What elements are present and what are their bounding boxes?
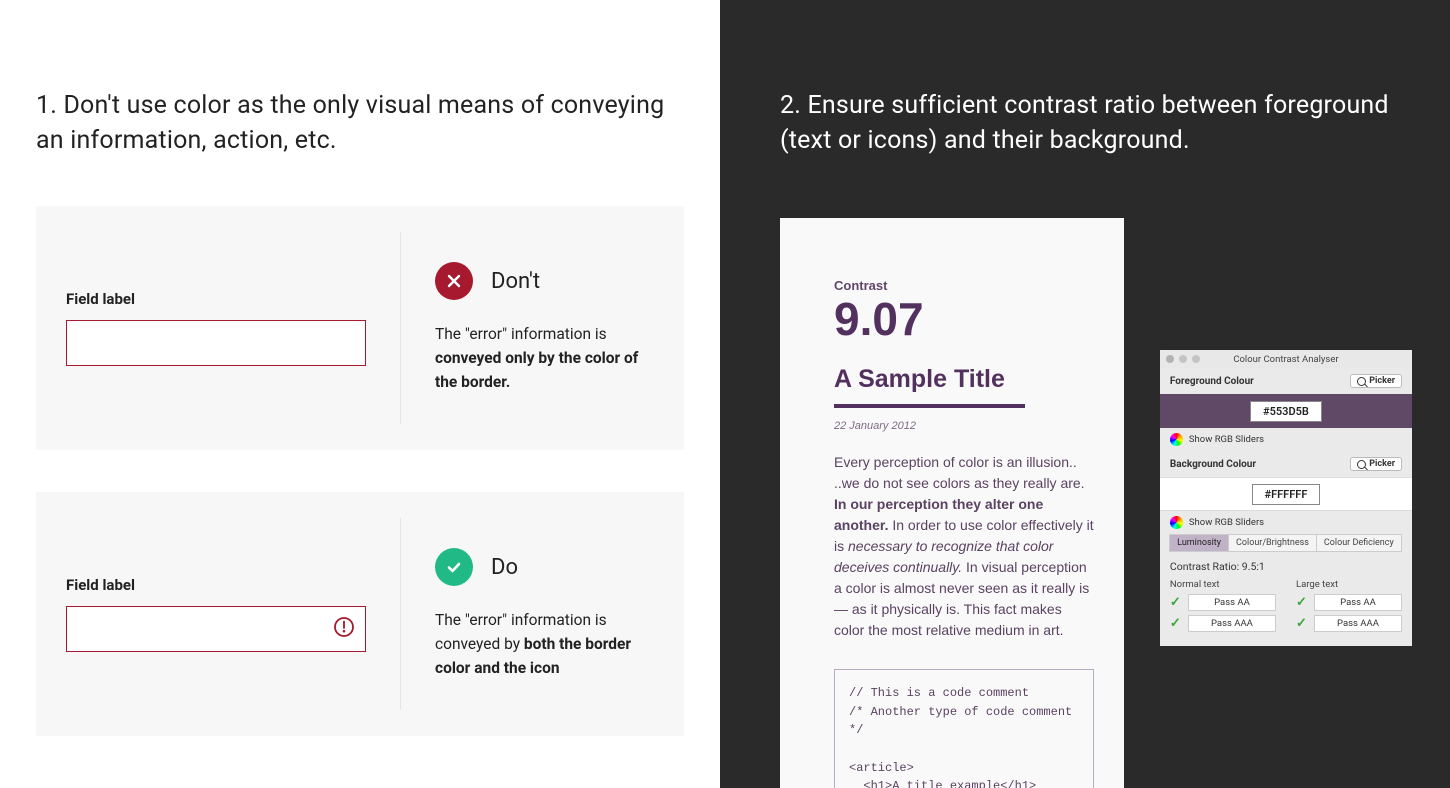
large-aa-row: ✓ Pass AA — [1296, 594, 1402, 611]
normal-text-col: Normal text ✓ Pass AA ✓ Pass AAA — [1170, 579, 1276, 636]
normal-aa-row: ✓ Pass AA — [1170, 594, 1276, 611]
verdict-dont-text: The "error" information is conveyed only… — [435, 322, 654, 394]
tab-colour-brightness[interactable]: Colour/Brightness — [1228, 534, 1317, 552]
article-code-block: // This is a code comment /* Another typ… — [834, 669, 1094, 788]
panel-left-light: 1. Don't use color as the only visual me… — [0, 0, 720, 788]
result-tabs: Luminosity Colour/Brightness Colour Defi… — [1160, 534, 1412, 552]
foreground-swatch: #553D5B — [1160, 394, 1412, 428]
rule-1-heading: 1. Don't use color as the only visual me… — [36, 88, 684, 158]
sliders-label: Show RGB Sliders — [1189, 517, 1264, 528]
pass-aa-label: Pass AA — [1314, 594, 1402, 611]
vertical-divider — [400, 518, 401, 710]
rule-2-heading: 2. Ensure sufficient contrast ratio betw… — [780, 88, 1412, 158]
example-do-input-side: Field label — [66, 548, 366, 680]
check-icon — [435, 548, 473, 586]
pass-grid: Normal text ✓ Pass AA ✓ Pass AAA Large tex… — [1170, 579, 1402, 636]
check-icon: ✓ — [1170, 616, 1182, 631]
window-titlebar: Colour Contrast Analyser — [1160, 350, 1412, 368]
vertical-divider — [400, 232, 401, 424]
picker-label: Picker — [1369, 459, 1395, 469]
foreground-picker-button[interactable]: Picker — [1350, 374, 1402, 388]
article-preview: Contrast 9.07 A Sample Title 22 January … — [780, 218, 1124, 788]
error-input-with-icon[interactable] — [66, 606, 366, 652]
sliders-label: Show RGB Sliders — [1189, 434, 1264, 445]
error-circle-icon — [333, 616, 355, 642]
text-segment: The "error" information is — [435, 325, 607, 343]
text-segment: Every perception of color is an illusion… — [834, 454, 1085, 491]
pass-aa-label: Pass AA — [1188, 594, 1276, 611]
result-panel: Contrast Ratio: 9.5:1 Normal text ✓ Pass … — [1160, 552, 1412, 646]
color-wheel-icon — [1170, 433, 1183, 446]
x-icon — [435, 262, 473, 300]
field-label: Field label — [66, 576, 366, 594]
window-title: Colour Contrast Analyser — [1160, 354, 1412, 365]
verdict-do-side: Do The "error" information is conveyed b… — [435, 548, 654, 680]
pass-aaa-label: Pass AAA — [1314, 615, 1402, 632]
background-section: Background Colour Picker — [1160, 451, 1412, 477]
background-header: Background Colour Picker — [1170, 457, 1402, 471]
contrast-ratio-value: 9.07 — [834, 295, 1094, 343]
preview-wrap: Contrast 9.07 A Sample Title 22 January … — [780, 218, 1412, 788]
example-do-box: Field label Do The "error" information i… — [36, 492, 684, 736]
panel-right-dark: 2. Ensure sufficient contrast ratio betw… — [720, 0, 1450, 788]
foreground-section: Foreground Colour Picker — [1160, 368, 1412, 394]
magnifier-icon — [1357, 460, 1366, 469]
large-text-col: Large text ✓ Pass AA ✓ Pass AAA — [1296, 579, 1402, 636]
field-label: Field label — [66, 290, 366, 308]
background-rgb-sliders-row[interactable]: Show RGB Sliders — [1160, 511, 1412, 534]
colour-contrast-analyser: Colour Contrast Analyser Foreground Colo… — [1160, 350, 1412, 646]
background-label: Background Colour — [1170, 459, 1256, 470]
large-text-heading: Large text — [1296, 579, 1402, 590]
tab-luminosity[interactable]: Luminosity — [1169, 534, 1229, 552]
article-date: 22 January 2012 — [834, 420, 1094, 432]
check-icon: ✓ — [1170, 595, 1182, 610]
error-input-no-icon[interactable] — [66, 320, 366, 366]
verdict-dont-side: Don't The "error" information is conveye… — [435, 262, 654, 394]
color-wheel-icon — [1170, 516, 1183, 529]
foreground-header: Foreground Colour Picker — [1170, 374, 1402, 388]
verdict-label: Do — [491, 555, 518, 580]
pass-aaa-label: Pass AAA — [1188, 615, 1276, 632]
verdict-label: Don't — [491, 269, 540, 294]
background-swatch: #FFFFFF — [1160, 477, 1412, 511]
background-value[interactable]: #FFFFFF — [1252, 484, 1321, 505]
verdict-header: Don't — [435, 262, 654, 300]
contrast-ratio-line: Contrast Ratio: 9.5:1 — [1170, 560, 1402, 573]
foreground-value[interactable]: #553D5B — [1250, 401, 1322, 422]
contrast-label: Contrast — [834, 278, 1094, 293]
tab-colour-deficiency[interactable]: Colour Deficiency — [1316, 534, 1402, 552]
article-title: A Sample Title — [834, 365, 1025, 408]
check-icon: ✓ — [1296, 595, 1308, 610]
check-icon: ✓ — [1296, 616, 1308, 631]
normal-text-heading: Normal text — [1170, 579, 1276, 590]
foreground-label: Foreground Colour — [1170, 376, 1254, 387]
verdict-header: Do — [435, 548, 654, 586]
example-dont-box: Field label Don't The "error" informatio… — [36, 206, 684, 450]
magnifier-icon — [1357, 377, 1366, 386]
background-picker-button[interactable]: Picker — [1350, 457, 1402, 471]
article-body: Every perception of color is an illusion… — [834, 452, 1094, 641]
normal-aaa-row: ✓ Pass AAA — [1170, 615, 1276, 632]
example-dont-input-side: Field label — [66, 262, 366, 394]
foreground-rgb-sliders-row[interactable]: Show RGB Sliders — [1160, 428, 1412, 451]
text-bold-segment: conveyed only by the color of the border… — [435, 349, 638, 391]
large-aaa-row: ✓ Pass AAA — [1296, 615, 1402, 632]
picker-label: Picker — [1369, 376, 1395, 386]
verdict-do-text: The "error" information is conveyed by b… — [435, 608, 654, 680]
